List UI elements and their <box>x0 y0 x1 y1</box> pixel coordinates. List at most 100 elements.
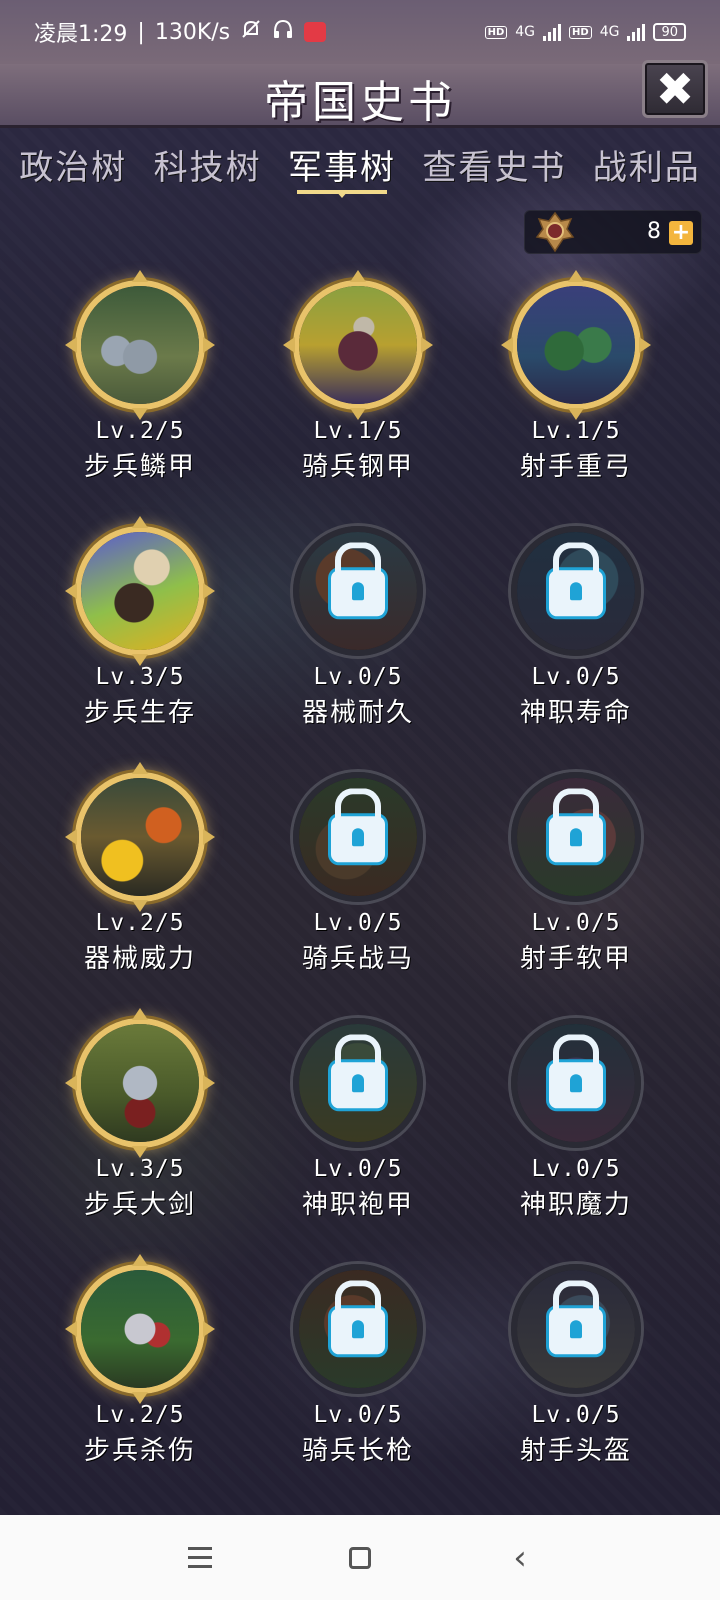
tab-label: 军事树 <box>287 148 396 188</box>
frame-spike-decoration <box>132 270 148 282</box>
lock-icon <box>549 1062 603 1109</box>
frame-spike-decoration <box>65 829 77 845</box>
skill-node[interactable]: Lv.0/5 神职袍甲 <box>248 1018 468 1238</box>
skill-node[interactable]: Lv.0/5 器械耐久 <box>248 526 468 746</box>
tab-tech-tree[interactable]: 科技树 <box>154 140 262 189</box>
locked-skill-medallion[interactable] <box>293 772 423 902</box>
back-button[interactable]: ‹ <box>490 1528 550 1588</box>
skill-level: Lv.0/5 <box>313 664 403 690</box>
skill-node[interactable]: Lv.2/5 器械威力 <box>30 762 250 992</box>
currency-count: 8 <box>647 219 661 244</box>
tab-military-tree[interactable]: 军事树 <box>287 140 396 194</box>
battery-icon: 90 <box>653 23 686 41</box>
skill-level: Lv.2/5 <box>95 910 185 936</box>
skill-name: 射手头盔 <box>519 1436 632 1466</box>
tab-politics-tree[interactable]: 政治树 <box>19 140 127 189</box>
skill-node[interactable]: Lv.0/5 射手头盔 <box>466 1264 686 1484</box>
greatsword-knight-art <box>81 1024 199 1142</box>
signal-icon <box>543 23 562 41</box>
status-bar: 凌晨1:29 | 130K/s HD 4G HD 4G 90 <box>0 0 720 64</box>
skill-node[interactable]: Lv.0/5 射手软甲 <box>466 772 686 992</box>
skill-node[interactable]: Lv.2/5 步兵杀伤 <box>30 1254 250 1484</box>
skill-level: Lv.0/5 <box>313 910 403 936</box>
frame-spike-decoration <box>65 337 77 353</box>
skill-level: Lv.3/5 <box>95 664 185 690</box>
skill-name: 器械威力 <box>83 944 196 974</box>
skill-medallion[interactable] <box>501 270 651 420</box>
charging-knight-art <box>81 1270 199 1388</box>
skill-medallion[interactable] <box>65 1008 215 1158</box>
skill-name: 骑兵战马 <box>301 944 414 974</box>
frame-spike-decoration <box>203 337 215 353</box>
skill-name: 器械耐久 <box>301 698 414 728</box>
skill-node[interactable]: Lv.0/5 骑兵战马 <box>248 772 468 992</box>
tab-label: 战利品 <box>592 148 701 188</box>
skill-medallion[interactable] <box>65 516 215 666</box>
skill-node[interactable]: Lv.1/5 骑兵钢甲 <box>248 270 468 500</box>
plus-icon: + <box>671 220 691 245</box>
locked-skill-medallion[interactable] <box>511 1264 641 1394</box>
skill-medallion[interactable] <box>65 270 215 420</box>
status-speed: 130K/s <box>154 19 231 45</box>
frame-spike-decoration <box>203 1075 215 1091</box>
skill-node[interactable]: Lv.3/5 步兵大剑 <box>30 1008 250 1238</box>
frame-spike-decoration <box>203 829 215 845</box>
locked-skill-medallion[interactable] <box>293 1264 423 1394</box>
frame-spike-decoration <box>501 337 513 353</box>
status-left: 凌晨1:29 | 130K/s <box>34 16 327 48</box>
skill-level: Lv.0/5 <box>531 1156 621 1182</box>
emblem-icon <box>533 209 577 255</box>
home-button[interactable] <box>330 1528 390 1588</box>
app-notification-icon <box>304 22 327 42</box>
locked-skill-medallion[interactable] <box>511 526 641 656</box>
skill-node[interactable]: Lv.3/5 步兵生存 <box>30 516 250 746</box>
skill-level: Lv.2/5 <box>95 1402 185 1428</box>
skill-medallion[interactable] <box>283 270 433 420</box>
skill-medallion[interactable] <box>65 762 215 912</box>
skill-name: 骑兵钢甲 <box>301 452 414 482</box>
skill-level: Lv.3/5 <box>95 1156 185 1182</box>
skill-name: 神职魔力 <box>519 1190 632 1220</box>
menu-button[interactable] <box>170 1528 230 1588</box>
system-nav-bar: ‹ <box>0 1515 720 1600</box>
tab-bar: 政治树 科技树 军事树 查看史书 战利品 <box>0 140 720 200</box>
skill-level: Lv.1/5 <box>313 418 403 444</box>
battery-level: 90 <box>661 24 678 40</box>
lock-icon <box>549 570 603 617</box>
skill-node[interactable]: Lv.0/5 神职魔力 <box>466 1018 686 1238</box>
home-icon <box>349 1546 371 1569</box>
menu-icon <box>188 1547 212 1568</box>
lock-icon <box>549 816 603 863</box>
page-title: 帝国史书 <box>264 77 456 128</box>
active-tab-indicator <box>296 190 387 194</box>
close-icon: ✖ <box>655 62 695 116</box>
frame-spike-decoration <box>132 762 148 774</box>
headphones-icon <box>272 18 294 46</box>
frame-spike-decoration <box>421 337 433 353</box>
locked-skill-medallion[interactable] <box>293 1018 423 1148</box>
skill-name: 骑兵长枪 <box>301 1436 414 1466</box>
skill-name: 步兵大剑 <box>83 1190 196 1220</box>
skill-level: Lv.1/5 <box>531 418 621 444</box>
skill-node[interactable]: Lv.2/5 步兵鳞甲 <box>30 270 250 500</box>
lock-icon <box>331 1062 385 1109</box>
tab-loot[interactable]: 战利品 <box>593 140 701 189</box>
skill-level: Lv.2/5 <box>95 418 185 444</box>
tab-view-history[interactable]: 查看史书 <box>422 140 566 189</box>
locked-skill-medallion[interactable] <box>511 1018 641 1148</box>
skill-node[interactable]: Lv.0/5 骑兵长枪 <box>248 1264 468 1484</box>
frame-spike-decoration <box>568 270 584 282</box>
skill-level: Lv.0/5 <box>531 910 621 936</box>
locked-skill-medallion[interactable] <box>293 526 423 656</box>
skill-node[interactable]: Lv.0/5 神职寿命 <box>466 526 686 746</box>
locked-skill-medallion[interactable] <box>511 772 641 902</box>
skill-medallion[interactable] <box>65 1254 215 1404</box>
skill-node[interactable]: Lv.1/5 射手重弓 <box>466 270 686 500</box>
lock-icon <box>331 1308 385 1355</box>
network-type-2: 4G <box>599 24 620 40</box>
status-divider: | <box>137 19 145 45</box>
skill-level: Lv.0/5 <box>313 1402 403 1428</box>
add-currency-button[interactable]: + <box>669 221 693 245</box>
status-time: 凌晨1:29 <box>34 22 128 47</box>
close-button[interactable]: ✖ <box>642 60 708 118</box>
